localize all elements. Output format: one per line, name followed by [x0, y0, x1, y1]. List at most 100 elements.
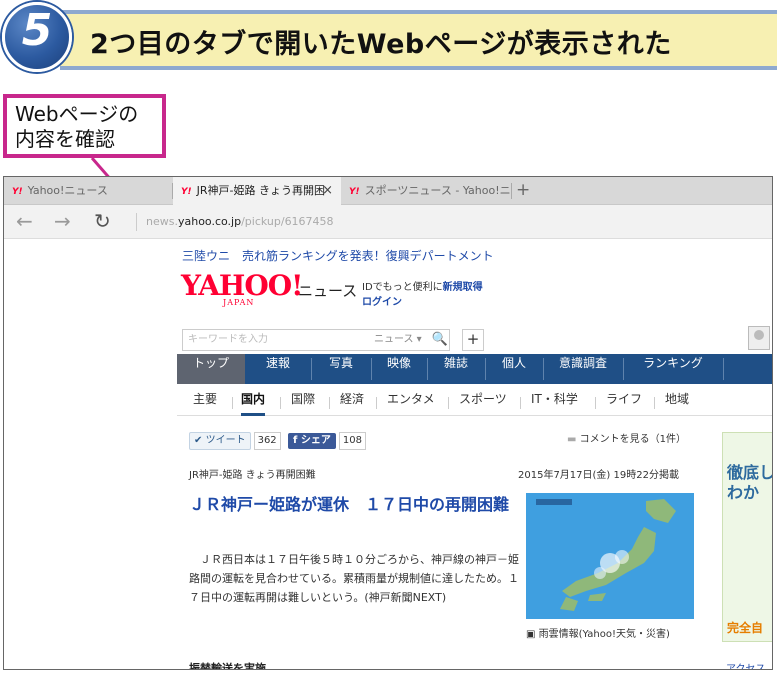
tab-label: スポーツニュース - Yahoo!ニュース	[364, 184, 511, 197]
news-section-label: ニュース	[298, 282, 358, 300]
tab-label: JR神戸-姫路 きょう再開困	[196, 184, 325, 197]
close-tab-icon[interactable]: ×	[322, 177, 333, 205]
nav-item-survey[interactable]: 意識調査	[543, 354, 623, 384]
share-count: 108	[338, 432, 366, 450]
facebook-share-button[interactable]: f シェア	[288, 433, 336, 449]
refresh-icon[interactable]: ↻	[94, 209, 111, 233]
comments-link[interactable]: ▬ コメントを見る（1件）	[567, 432, 686, 448]
nav-item-video[interactable]: 映像	[371, 354, 427, 384]
url-path: /pickup/6167458	[241, 215, 334, 228]
nav-item-breaking[interactable]: 速報	[245, 354, 311, 384]
url-field[interactable]: news.yahoo.co.jp/pickup/6167458	[146, 215, 334, 228]
yahoo-favicon-icon: Y!	[181, 187, 192, 197]
map-caption-icon: ▣	[526, 629, 536, 640]
article-body: ＪＲ西日本は１７日午後５時１０分ごろから、神戸線の神戸－姫路間の運転を見合わせて…	[189, 553, 519, 604]
tweet-count: 362	[253, 432, 281, 450]
category-divider	[376, 397, 377, 409]
id-prompt: IDでもっと便利に新規取得	[362, 278, 483, 293]
map-caption-label: 雨雲情報(Yahoo!天気・災害)	[538, 629, 670, 640]
signup-link[interactable]: 新規取得	[443, 282, 483, 293]
tab-bar: Y! Yahoo!ニュース Y! JR神戸-姫路 きょう再開困 × Y! スポーツニュ…	[4, 177, 772, 205]
nav-item-magazines[interactable]: 雑誌	[427, 354, 485, 384]
tab-divider	[511, 183, 512, 199]
yahoo-favicon-icon: Y!	[349, 187, 360, 197]
nav-item-top[interactable]: トップ	[177, 354, 245, 384]
japan-map-icon	[526, 493, 694, 619]
add-button[interactable]: +	[462, 329, 484, 351]
yahoo-news-logo[interactable]: YAHOO! JAPAN	[181, 272, 303, 308]
comments-label: コメントを見る（1件）	[579, 434, 687, 445]
side-advertisement[interactable]: 徹底し わか 完全自	[722, 432, 773, 642]
category-divider	[280, 397, 281, 409]
page-viewport: 三陸ウニ 売れ筋ランキングを発表！復興デパートメント YAHOO! JAPAN …	[4, 240, 773, 670]
new-tab-button[interactable]: +	[516, 177, 530, 205]
forward-arrow-icon[interactable]: →	[54, 209, 71, 233]
category-divider	[448, 397, 449, 409]
map-caption[interactable]: ▣ 雨雲情報(Yahoo!天気・災害)	[526, 625, 670, 640]
nav-item-photos[interactable]: 写真	[311, 354, 371, 384]
address-divider	[136, 213, 137, 231]
category-entertainment[interactable]: エンタメ	[387, 390, 435, 416]
article-category: JR神戸-姫路 きょう再開困難	[189, 470, 316, 481]
category-main[interactable]: 主要	[193, 390, 217, 416]
nav-item-ranking[interactable]: ランキング	[623, 354, 723, 384]
url-prefix: news.	[146, 215, 178, 228]
page-left-margin	[4, 240, 176, 669]
rain-radar-map[interactable]	[526, 493, 694, 619]
search-icon[interactable]: 🔍	[429, 329, 451, 351]
yahoo-favicon-icon: Y!	[12, 187, 23, 197]
category-divider	[654, 397, 655, 409]
back-arrow-icon[interactable]: ←	[16, 209, 33, 233]
tab-label: Yahoo!ニュース	[27, 184, 108, 197]
category-it-science[interactable]: IT・科学	[531, 390, 578, 416]
browser-window: Y! Yahoo!ニュース Y! JR神戸-姫路 きょう再開困 × Y! スポーツニュ…	[3, 176, 773, 670]
category-sports[interactable]: スポーツ	[459, 390, 507, 416]
facebook-share: f シェア 108	[288, 432, 366, 450]
category-divider	[520, 397, 521, 409]
main-nav: トップ 速報 写真 映像 雑誌 個人 意識調査 ランキング	[177, 354, 772, 384]
facebook-icon: f	[293, 435, 298, 446]
ad-line-1: 徹底し	[727, 463, 773, 482]
tweet-button[interactable]: ✔ ツイート	[189, 432, 251, 450]
ad-line-2: わか	[727, 483, 760, 502]
ad-next-link[interactable]: アクセス	[726, 660, 766, 669]
twitter-bird-icon: ✔	[194, 435, 203, 446]
ad-footer: 完全自	[727, 621, 764, 635]
next-section-heading: 振替輸送を実施	[189, 662, 266, 670]
step-header: 5 2つ目のタブで開いたWebページが表示された	[0, 0, 777, 72]
category-regional[interactable]: 地域	[665, 390, 689, 416]
category-divider	[595, 397, 596, 409]
category-domestic[interactable]: 国内	[241, 390, 266, 416]
category-divider	[232, 397, 233, 409]
id-prompt-text: IDでもっと便利に	[362, 282, 443, 293]
comment-icon: ▬	[567, 434, 577, 445]
article-headline[interactable]: ＪＲ神戸ー姫路が運休 １７日中の再開困難	[189, 492, 519, 517]
search-scope-select[interactable]: ニュース ▾	[374, 329, 422, 351]
promo-link[interactable]: 三陸ウニ 売れ筋ランキングを発表！復興デパートメント	[182, 247, 494, 264]
category-international[interactable]: 国際	[291, 390, 315, 416]
step-number: 5	[21, 5, 53, 56]
tweet-share: ✔ ツイート 362	[189, 432, 281, 450]
tab-jr-article[interactable]: Y! JR神戸-姫路 きょう再開困 ×	[173, 177, 341, 205]
tab-yahoo-news[interactable]: Y! Yahoo!ニュース	[4, 177, 169, 205]
category-economy[interactable]: 経済	[340, 390, 364, 416]
callout-box: Webページの 内容を確認	[3, 94, 166, 158]
address-bar: ← → ↻ news.yahoo.co.jp/pickup/6167458	[4, 205, 772, 239]
avatar[interactable]	[748, 326, 770, 350]
category-nav: 主要 国内 国際 経済 エンタメ スポーツ IT・科学 ライフ 地域	[177, 390, 772, 416]
category-life[interactable]: ライフ	[606, 390, 642, 416]
tweet-label: ツイート	[205, 435, 246, 446]
ad-text: 徹底し わか	[727, 463, 773, 503]
share-label: シェア	[300, 435, 331, 446]
login-link[interactable]: ログイン	[362, 293, 402, 308]
nav-divider	[723, 358, 724, 380]
yahoo-logo-sub: JAPAN	[223, 298, 255, 307]
url-host: yahoo.co.jp	[177, 215, 242, 228]
article-date: 2015年7月17日(金) 19時22分掲載	[518, 470, 679, 481]
tab-sports-news[interactable]: Y! スポーツニュース - Yahoo!ニュース	[341, 177, 511, 205]
callout-line-1: Webページの	[15, 102, 139, 126]
nav-item-individual[interactable]: 個人	[485, 354, 543, 384]
callout-line-2: 内容を確認	[15, 127, 115, 151]
step-title: 2つ目のタブで開いたWebページが表示された	[90, 29, 672, 60]
category-divider	[329, 397, 330, 409]
